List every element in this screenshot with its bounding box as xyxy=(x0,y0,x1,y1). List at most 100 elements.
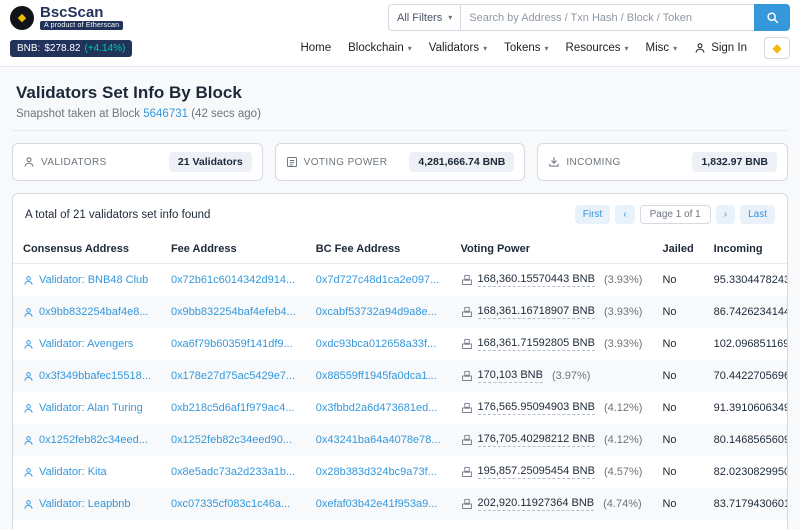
incoming-cell: 102.096851169600057962 BNB xyxy=(713,338,787,350)
fee-address-cell: 0x8e5adc73a2d233a1b... xyxy=(161,456,306,488)
pagination-first-button[interactable]: First xyxy=(574,205,611,224)
voting-power-value: 195,857.25095454 BNB xyxy=(477,465,595,479)
validator-icon xyxy=(23,467,34,478)
bsc-gem-button[interactable]: ◆ xyxy=(764,37,790,59)
search-bar: All Filters ▾ xyxy=(388,4,790,31)
consensus-address-link[interactable]: 0x1252feb82c34eed... xyxy=(39,434,148,446)
fee-address-link[interactable]: 0x8e5adc73a2d233a1b... xyxy=(171,466,295,478)
pagination: First ‹ Page 1 of 1 › Last xyxy=(574,205,775,224)
consensus-address-link[interactable]: 0x9bb832254baf4e8... xyxy=(39,306,149,318)
ballot-icon xyxy=(461,370,473,382)
consensus-address-link[interactable]: Validator: BNB48 Club xyxy=(39,274,148,286)
consensus-address-cell: 0x9bb832254baf4e8... xyxy=(13,296,161,328)
search-button[interactable] xyxy=(754,4,790,31)
user-icon xyxy=(694,42,706,54)
nav-bar: BNB: $278.82 (+4.14%) Home Blockchain ▾ … xyxy=(0,35,800,67)
user-icon xyxy=(23,156,35,168)
voting-power-percent: (3.93%) xyxy=(603,274,643,286)
fee-address-link[interactable]: 0xb218c5d6af1f979ac4... xyxy=(171,402,295,414)
stat-card-validators: VALIDATORS 21 Validators xyxy=(12,143,263,181)
voting-power-cell: 168,361.71592805 BNB (3.93%) xyxy=(451,328,653,360)
bc-fee-address-link[interactable]: 0xefaf03b42e41f953a9... xyxy=(316,498,438,510)
consensus-address-link[interactable]: Validator: Avengers xyxy=(39,338,133,350)
table-row: Validator: Avengers 0xa6f79b60359f141df9.… xyxy=(13,328,787,360)
fee-address-link[interactable]: 0x9bb832254baf4efeb4... xyxy=(171,306,296,318)
bc-fee-address-cell: 0x28b383d324bc9a73f... xyxy=(306,456,451,488)
nav-item-label: Misc xyxy=(645,42,670,54)
incoming-cell: 86.742623414445040577 BNB xyxy=(713,306,787,318)
pagination-next-button[interactable]: › xyxy=(715,205,736,224)
stat-card-incoming: INCOMING 1,832.97 BNB xyxy=(537,143,789,181)
stat-label: VALIDATORS xyxy=(41,156,107,168)
jailed-cell: No xyxy=(662,274,677,286)
voting-power-cell: 176,705.40298212 BNB (4.12%) xyxy=(451,424,653,456)
consensus-address-link[interactable]: Validator: Alan Turing xyxy=(39,402,143,414)
search-input[interactable] xyxy=(460,4,754,31)
consensus-address-cell: Validator: Avengers xyxy=(13,328,161,360)
bc-fee-address-link[interactable]: 0x3fbbd2a6d473681ed... xyxy=(316,402,438,414)
col-header-consensus-address: Consensus Address xyxy=(13,235,161,264)
sign-in-button[interactable]: Sign In xyxy=(694,42,747,54)
bscscan-logo[interactable]: ◆ BscScan A product of Etherscan xyxy=(10,5,124,30)
validators-table-body: Validator: BNB48 Club 0x72b61c6014342d914… xyxy=(13,264,787,529)
bc-fee-address-link[interactable]: 0x43241ba64a4078e78... xyxy=(316,434,441,446)
table-row: 0x3f349bbafec15518... 0x178e27d75ac5429e7… xyxy=(13,360,787,392)
nav-item-resources[interactable]: Resources ▾ xyxy=(566,42,629,54)
jailed-cell: No xyxy=(662,466,677,478)
col-header-jailed: Jailed xyxy=(652,235,704,264)
nav-item-validators[interactable]: Validators ▾ xyxy=(429,42,487,54)
consensus-address-cell: 0x1252feb82c34eed... xyxy=(13,424,161,456)
voting-power-cell: 202,920.11927364 BNB (4.74%) xyxy=(451,488,653,520)
fee-address-link[interactable]: 0x72b61c6014342d914... xyxy=(171,274,295,286)
nav-item-tokens[interactable]: Tokens ▾ xyxy=(504,42,548,54)
ballot-icon xyxy=(461,434,473,446)
consensus-address-link[interactable]: Validator: Kita xyxy=(39,466,107,478)
nav-item-label: Home xyxy=(300,42,332,54)
snapshot-suffix: (42 secs ago) xyxy=(191,108,261,120)
nav-item-blockchain[interactable]: Blockchain ▾ xyxy=(348,42,412,54)
stat-label: INCOMING xyxy=(566,156,621,168)
chevron-down-icon: ▾ xyxy=(673,43,678,53)
incoming-cell: 83.717943060125986706 BNB xyxy=(713,498,787,510)
pagination-prev-button[interactable]: ‹ xyxy=(615,205,635,224)
all-filters-select[interactable]: All Filters ▾ xyxy=(388,4,461,31)
nav-item-misc[interactable]: Misc ▾ xyxy=(646,42,678,54)
bc-fee-address-link[interactable]: 0x28b383d324bc9a73f... xyxy=(316,466,437,478)
fee-address-cell: 0x6811ca77acfb221a4... xyxy=(161,520,306,529)
fee-address-link[interactable]: 0x178e27d75ac5429e7... xyxy=(171,370,295,382)
consensus-address-link[interactable]: 0x3f349bbafec15518... xyxy=(39,370,151,382)
fee-address-link[interactable]: 0xa6f79b60359f141df9... xyxy=(171,338,293,350)
page-title: Validators Set Info By Block xyxy=(16,83,242,102)
bc-fee-address-link[interactable]: 0xdc93bca012658a33f... xyxy=(316,338,437,350)
stat-value-badge: 4,281,666.74 BNB xyxy=(409,152,515,172)
jailed-cell: No xyxy=(662,306,677,318)
table-row: Validator: Leapbnb 0xc07335cf083c1c46a...… xyxy=(13,488,787,520)
voting-power-cell: 170,103 BNB (3.97%) xyxy=(451,360,653,392)
voting-power-cell: 168,361.16718907 BNB (3.93%) xyxy=(451,296,653,328)
bnb-price-label: BNB: xyxy=(17,42,41,54)
bc-fee-address-cell: 0xdc93bca012658a33f... xyxy=(306,328,451,360)
nav-item-home[interactable]: Home xyxy=(300,42,331,54)
page-header: Validators Set Info By Block Snapshot ta… xyxy=(12,79,788,131)
validator-icon xyxy=(23,371,34,382)
validator-icon xyxy=(23,307,34,318)
col-header-fee-address: Fee Address xyxy=(160,235,306,264)
ballot-icon xyxy=(461,274,473,286)
fee-address-link[interactable]: 0xc07335cf083c1c46a... xyxy=(171,498,290,510)
stat-value-badge: 21 Validators xyxy=(168,152,252,172)
bnb-price-badge[interactable]: BNB: $278.82 (+4.14%) xyxy=(10,39,133,57)
bc-fee-address-cell: 0x3fbbd2a6d473681ed... xyxy=(306,392,451,424)
chevron-down-icon: ▾ xyxy=(483,43,488,53)
incoming-cell: 91.391060634962806987 BNB xyxy=(713,402,787,414)
consensus-address-link[interactable]: Validator: Leapbnb xyxy=(39,498,131,510)
pagination-last-button[interactable]: Last xyxy=(740,205,775,224)
bc-fee-address-link[interactable]: 0x7d727c48d1ca2e097... xyxy=(316,274,440,286)
bc-fee-address-link[interactable]: 0xcabf53732a94d9a8e... xyxy=(316,306,437,318)
snapshot-block-link[interactable]: 5646731 xyxy=(143,108,188,120)
snapshot-prefix: Snapshot taken at Block xyxy=(16,108,141,120)
all-filters-label: All Filters xyxy=(397,11,443,24)
ballot-icon xyxy=(286,156,298,168)
bc-fee-address-link[interactable]: 0x88559ff1945fa0dca1... xyxy=(316,370,437,382)
bc-fee-address-cell: 0x64feb7c04830dd9ac... xyxy=(306,520,451,529)
fee-address-link[interactable]: 0x1252feb82c34eed90... xyxy=(171,434,292,446)
